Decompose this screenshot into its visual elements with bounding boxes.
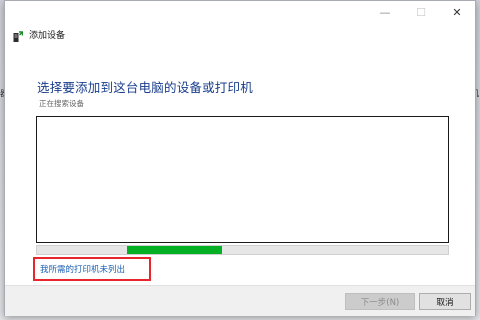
title-bar: — ☐ ✕ — [5, 1, 475, 24]
dialog-footer: 下一步(N) 取消 — [5, 285, 475, 316]
next-button[interactable]: 下一步(N) — [345, 293, 415, 310]
progress-fill — [127, 246, 222, 254]
dialog-title: 添加设备 — [29, 30, 66, 41]
cancel-button-label: 取消 — [436, 297, 454, 308]
close-icon: ✕ — [452, 6, 462, 19]
maximize-icon: ☐ — [416, 6, 426, 19]
add-device-dialog: — ☐ ✕ 添加设备 选择要添加到这台电脑的设备或打印机 正在搜索设备 我所需的… — [4, 0, 476, 316]
printer-not-listed-label: 我所需的打印机未列出 — [40, 265, 126, 275]
search-status: 正在搜索设备 — [39, 99, 84, 108]
maximize-button[interactable]: ☐ — [403, 1, 439, 24]
add-device-icon — [13, 28, 24, 42]
dialog-header: 添加设备 — [13, 27, 66, 42]
search-progress-bar — [36, 245, 449, 255]
page-heading: 选择要添加到这台电脑的设备或打印机 — [37, 80, 253, 95]
minimize-button[interactable]: — — [367, 1, 403, 24]
device-list[interactable] — [36, 116, 449, 243]
minimize-icon: — — [379, 6, 391, 19]
printer-not-listed-link[interactable]: 我所需的打印机未列出 — [33, 257, 151, 281]
close-button[interactable]: ✕ — [439, 1, 475, 24]
cancel-button[interactable]: 取消 — [419, 293, 471, 310]
next-button-label: 下一步(N) — [360, 297, 400, 308]
